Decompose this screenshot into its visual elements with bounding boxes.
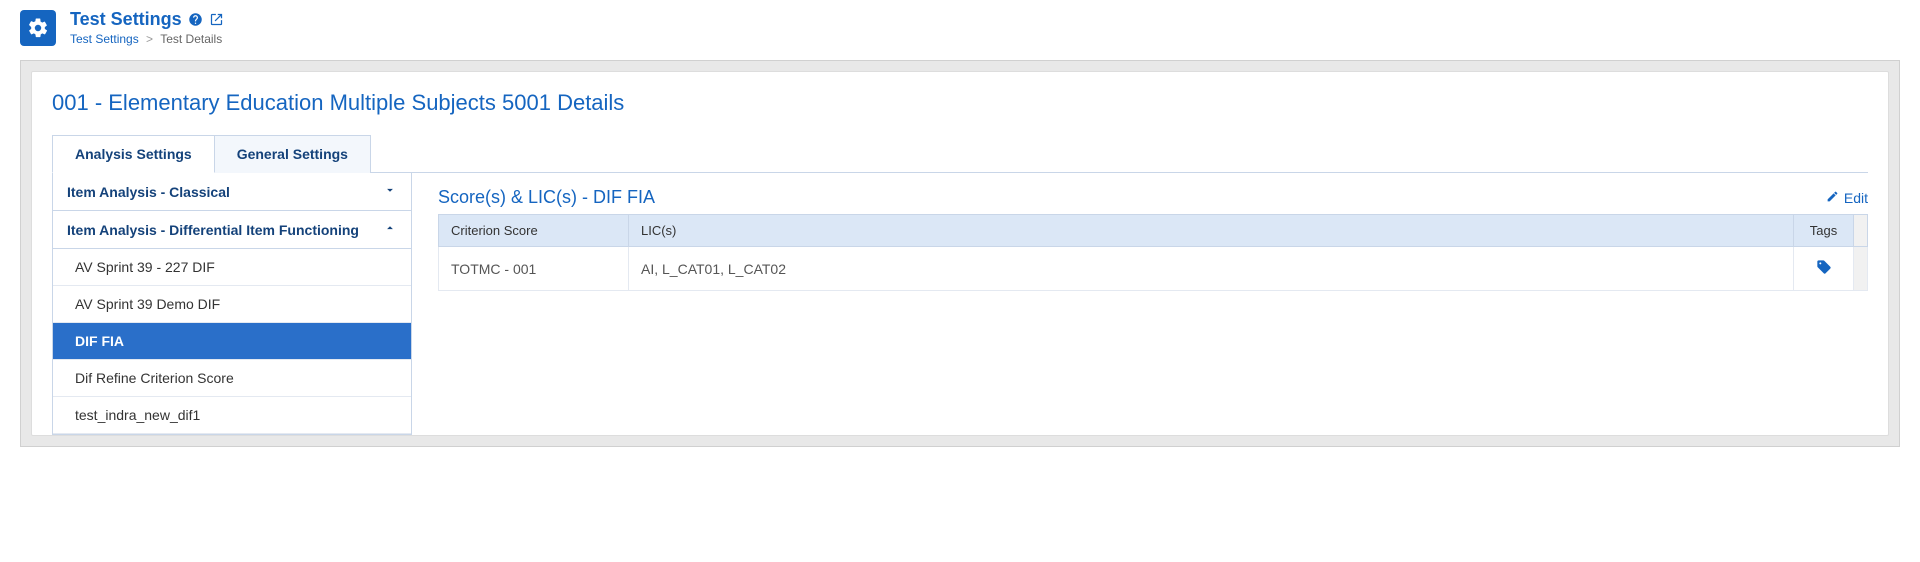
sidebar-item[interactable]: Dif Refine Criterion Score <box>53 360 411 397</box>
accordion-label: Item Analysis - Classical <box>67 184 230 200</box>
breadcrumb: Test Settings > Test Details <box>70 32 224 46</box>
scores-table: Criterion Score LIC(s) Tags TOTMC - 001 … <box>438 214 1868 291</box>
breadcrumb-separator: > <box>146 32 153 46</box>
tab-analysis-settings[interactable]: Analysis Settings <box>52 135 215 173</box>
content-area: Score(s) & LIC(s) - DIF FIA Edit Criteri… <box>438 173 1868 435</box>
edit-label: Edit <box>1844 190 1868 206</box>
table-row: TOTMC - 001 AI, L_CAT01, L_CAT02 <box>439 247 1868 291</box>
external-link-icon[interactable] <box>209 12 224 27</box>
accordion-items-dif: AV Sprint 39 - 227 DIF AV Sprint 39 Demo… <box>53 249 411 434</box>
content-title: Score(s) & LIC(s) - DIF FIA <box>438 187 655 208</box>
tab-bar: Analysis Settings General Settings <box>52 134 1868 173</box>
details-panel: 001 - Elementary Education Multiple Subj… <box>31 71 1889 436</box>
breadcrumb-current: Test Details <box>160 32 222 46</box>
table-scrollbar[interactable] <box>1854 247 1868 291</box>
accordion-header-dif[interactable]: Item Analysis - Differential Item Functi… <box>53 211 411 249</box>
col-lics: LIC(s) <box>629 215 1794 247</box>
col-scrollbar <box>1854 215 1868 247</box>
chevron-up-icon <box>383 221 397 238</box>
chevron-down-icon <box>383 183 397 200</box>
cell-criterion: TOTMC - 001 <box>439 247 629 291</box>
sidebar-item[interactable]: AV Sprint 39 - 227 DIF <box>53 249 411 286</box>
col-criterion: Criterion Score <box>439 215 629 247</box>
panel-frame: 001 - Elementary Education Multiple Subj… <box>20 60 1900 447</box>
accordion-header-classical[interactable]: Item Analysis - Classical <box>53 173 411 211</box>
tab-general-settings[interactable]: General Settings <box>215 135 371 173</box>
accordion-label: Item Analysis - Differential Item Functi… <box>67 222 359 238</box>
tag-icon[interactable] <box>1816 262 1832 278</box>
sidebar-item[interactable]: AV Sprint 39 Demo DIF <box>53 286 411 323</box>
sidebar-item-selected[interactable]: DIF FIA <box>53 323 411 360</box>
col-tags: Tags <box>1794 215 1854 247</box>
gear-icon <box>20 10 56 46</box>
sidebar-item[interactable]: test_indra_new_dif1 <box>53 397 411 434</box>
help-icon[interactable] <box>188 12 203 27</box>
edit-icon <box>1826 190 1839 206</box>
analysis-sidebar: Item Analysis - Classical Item Analysis … <box>52 173 412 435</box>
cell-lics: AI, L_CAT01, L_CAT02 <box>629 247 1794 291</box>
panel-title: 001 - Elementary Education Multiple Subj… <box>52 90 1868 116</box>
breadcrumb-root[interactable]: Test Settings <box>70 32 139 46</box>
page-header: Test Settings Test Settings > Test Detai… <box>20 10 1900 46</box>
edit-button[interactable]: Edit <box>1826 190 1868 206</box>
page-title: Test Settings <box>70 10 182 28</box>
